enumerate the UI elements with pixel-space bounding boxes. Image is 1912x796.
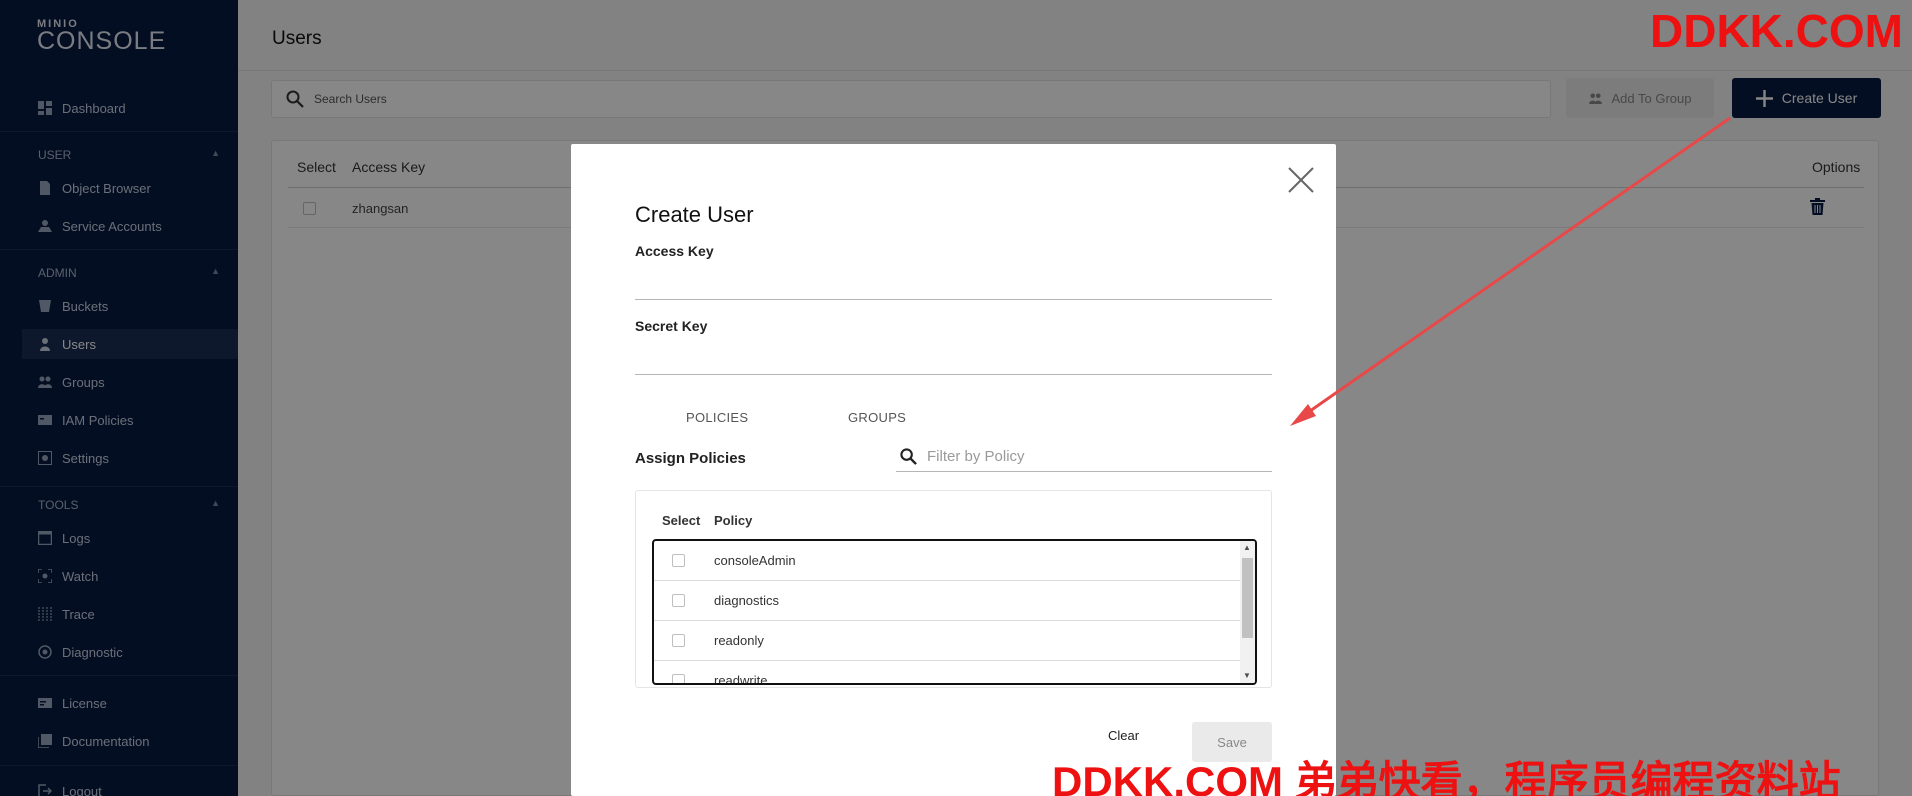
scroll-down-icon[interactable]: ▼ bbox=[1243, 671, 1251, 680]
scrollbar-thumb[interactable] bbox=[1242, 558, 1253, 638]
list-item[interactable]: diagnostics bbox=[654, 581, 1240, 621]
policy-list[interactable]: consoleAdmin diagnostics readonly readwr… bbox=[652, 539, 1257, 685]
policy-name: consoleAdmin bbox=[714, 553, 796, 568]
close-icon[interactable] bbox=[1285, 164, 1317, 196]
filter-policy-input[interactable] bbox=[927, 448, 1257, 465]
policy-checkbox[interactable] bbox=[672, 634, 685, 647]
policy-name: readonly bbox=[714, 633, 764, 648]
access-key-input[interactable] bbox=[635, 272, 1272, 300]
watermark-top: DDKK.COM bbox=[1650, 5, 1903, 57]
filter-policy-field[interactable] bbox=[896, 442, 1272, 472]
policy-name: readwrite bbox=[714, 673, 768, 685]
secret-key-label: Secret Key bbox=[635, 318, 708, 334]
scrollbar[interactable]: ▲ ▼ bbox=[1240, 541, 1255, 683]
list-item[interactable]: readonly bbox=[654, 621, 1240, 661]
column-header-policy: Policy bbox=[714, 513, 753, 528]
scroll-up-icon[interactable]: ▲ bbox=[1243, 543, 1251, 552]
assign-policies-label: Assign Policies bbox=[635, 450, 746, 467]
tab-groups[interactable]: GROUPS bbox=[848, 410, 906, 425]
secret-key-input[interactable] bbox=[635, 347, 1272, 375]
policy-checkbox[interactable] bbox=[672, 594, 685, 607]
policy-selector: Select Policy consoleAdmin diagnostics r… bbox=[635, 490, 1272, 688]
tab-policies[interactable]: POLICIES bbox=[686, 410, 748, 425]
watermark-bottom: DDKK.COM 弟弟快看，程序员编程资料站 bbox=[1052, 758, 1841, 796]
policy-checkbox[interactable] bbox=[672, 554, 685, 567]
list-item[interactable]: readwrite bbox=[654, 661, 1240, 685]
clear-button[interactable]: Clear bbox=[1108, 728, 1139, 743]
column-header-select: Select bbox=[662, 513, 701, 528]
policy-name: diagnostics bbox=[714, 593, 780, 608]
create-user-modal: Create User Access Key Secret Key POLICI… bbox=[571, 144, 1336, 796]
access-key-label: Access Key bbox=[635, 243, 714, 259]
search-icon bbox=[900, 448, 917, 465]
list-item[interactable]: consoleAdmin bbox=[654, 541, 1240, 581]
modal-title: Create User bbox=[635, 202, 754, 227]
policy-checkbox[interactable] bbox=[672, 674, 685, 683]
